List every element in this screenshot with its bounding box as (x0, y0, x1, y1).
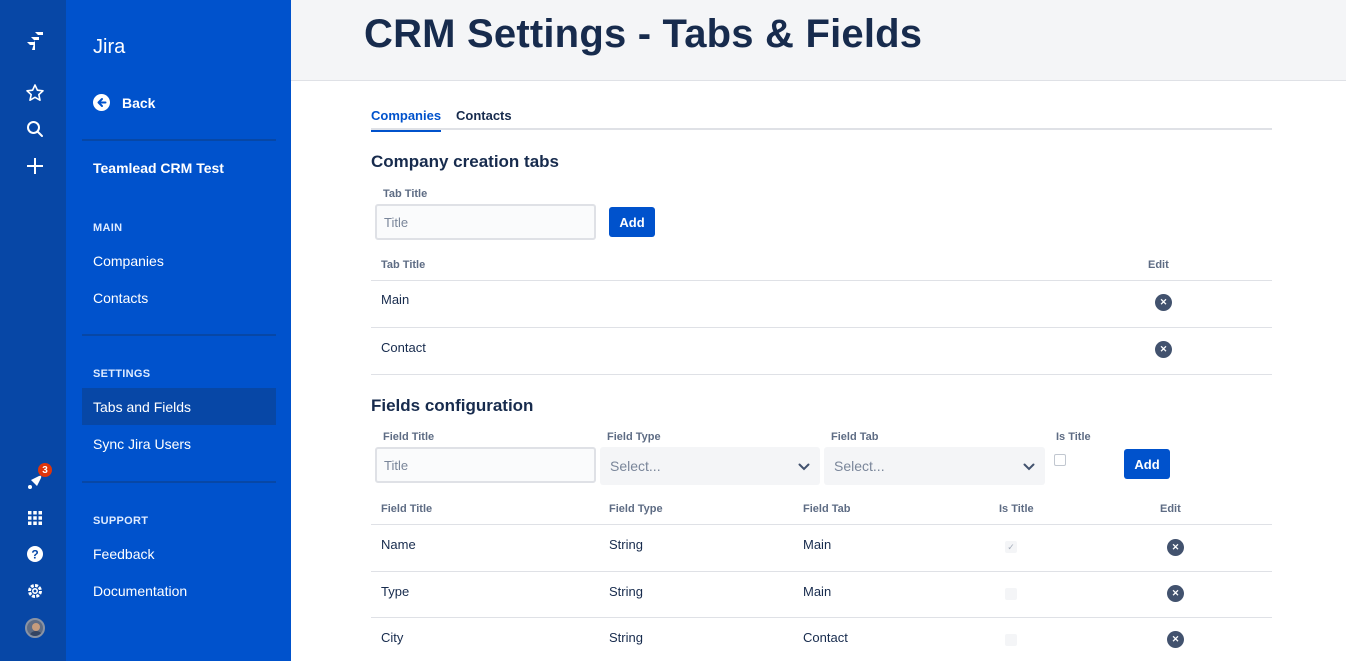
tab-title-label: Tab Title (383, 188, 428, 200)
plus-icon[interactable] (22, 153, 48, 179)
jira-logo-icon[interactable] (22, 28, 48, 54)
chevron-down-icon (798, 458, 810, 474)
table-header-field-type: Field Type (609, 503, 663, 515)
table-header-edit: Edit (1160, 503, 1181, 515)
page-title: CRM Settings - Tabs & Fields (364, 12, 923, 56)
page-header: CRM Settings - Tabs & Fields (291, 0, 1346, 81)
settings-icon[interactable] (22, 578, 48, 604)
field-tab-cell: Main (803, 584, 832, 599)
sidebar-item-label: Tabs and Fields (93, 398, 192, 415)
back-label: Back (122, 94, 156, 111)
is-title-checkbox: ✓ (1005, 541, 1017, 553)
sidebar-item-sync-jira-users[interactable]: Sync Jira Users (82, 425, 276, 462)
sidebar-item-label: Companies (93, 252, 164, 269)
section-title-tabs: Company creation tabs (371, 152, 559, 171)
table-header-edit: Edit (1148, 259, 1169, 271)
sidebar-divider (82, 481, 276, 483)
is-title-checkbox (1005, 634, 1017, 646)
sidebar-item-label: Sync Jira Users (93, 435, 192, 452)
table-header-field-title: Field Title (381, 503, 433, 515)
field-title-cell: Name (381, 537, 416, 552)
sidebar-item-feedback[interactable]: Feedback (82, 535, 276, 572)
field-tab-label: Field Tab (831, 431, 879, 443)
table-row: Main ✕ (371, 281, 1272, 328)
delete-icon[interactable]: ✕ (1155, 294, 1172, 311)
delete-icon[interactable]: ✕ (1167, 631, 1184, 648)
delete-icon[interactable]: ✕ (1167, 539, 1184, 556)
is-title-checkbox[interactable] (1054, 454, 1066, 466)
field-type-cell: String (609, 537, 643, 552)
star-icon[interactable] (22, 80, 48, 106)
svg-text:?: ? (31, 548, 38, 562)
field-tab-select[interactable]: Select... (824, 447, 1045, 485)
is-title-label: Is Title (1056, 431, 1091, 443)
global-nav-rail: 3 ? (0, 0, 66, 661)
field-title-label: Field Title (383, 431, 435, 443)
field-tab-cell: Contact (803, 630, 848, 645)
sidebar-item-label: Feedback (93, 545, 155, 562)
table-row: Type String Main ✕ (371, 572, 1272, 618)
back-button[interactable]: Back (93, 94, 155, 111)
field-type-label: Field Type (607, 431, 661, 443)
delete-icon[interactable]: ✕ (1155, 341, 1172, 358)
product-title: Jira (93, 36, 126, 58)
sidebar-divider (82, 334, 276, 336)
table-header-tab-title: Tab Title (381, 259, 426, 271)
table-row: Name String Main ✓ ✕ (371, 525, 1272, 572)
notifications-icon[interactable]: 3 (22, 463, 52, 495)
field-tab-cell: Main (803, 537, 832, 552)
tab-title-cell: Main (381, 292, 410, 307)
is-title-checkbox (1005, 588, 1017, 600)
field-type-cell: String (609, 630, 643, 645)
sidebar-divider (82, 139, 276, 141)
notifications-badge: 3 (38, 463, 52, 477)
tab-companies[interactable]: Companies (371, 108, 442, 132)
project-name: Teamlead CRM Test (93, 160, 224, 176)
arrow-left-icon (93, 94, 110, 111)
tab-contacts[interactable]: Contacts (456, 108, 512, 130)
section-heading-support: SUPPORT (93, 515, 149, 527)
add-field-button[interactable]: Add (1124, 449, 1170, 479)
section-title-fields: Fields configuration (371, 396, 534, 415)
field-title-input[interactable] (375, 447, 596, 483)
product-sidebar: Jira Back Teamlead CRM Test MAIN Compani… (66, 0, 291, 661)
sidebar-item-documentation[interactable]: Documentation (82, 572, 276, 609)
table-header-is-title: Is Title (999, 503, 1034, 515)
field-tab-value: Select... (834, 458, 885, 474)
sidebar-item-label: Documentation (93, 582, 188, 599)
tab-bar: Companies Contacts (371, 103, 1272, 132)
help-icon[interactable]: ? (22, 541, 48, 567)
section-heading-main: MAIN (93, 222, 123, 234)
sidebar-item-label: Contacts (93, 289, 149, 306)
chevron-down-icon (1023, 458, 1035, 474)
avatar-image (25, 618, 45, 638)
tab-title-cell: Contact (381, 340, 426, 355)
field-type-cell: String (609, 584, 643, 599)
table-row: City String Contact ✕ (371, 618, 1272, 661)
sidebar-item-contacts[interactable]: Contacts (82, 279, 276, 316)
table-header-field-tab: Field Tab (803, 503, 851, 515)
app-switcher-icon[interactable] (22, 505, 48, 531)
search-icon[interactable] (22, 116, 48, 142)
sidebar-item-tabs-and-fields[interactable]: Tabs and Fields (82, 388, 276, 425)
field-type-select[interactable]: Select... (600, 447, 820, 485)
add-tab-button[interactable]: Add (609, 207, 655, 237)
sidebar-item-companies[interactable]: Companies (82, 242, 276, 279)
tab-title-input[interactable] (375, 204, 596, 240)
field-title-cell: City (381, 630, 404, 645)
avatar[interactable] (22, 615, 48, 641)
table-row: Contact ✕ (371, 328, 1272, 375)
section-heading-settings: SETTINGS (93, 368, 151, 380)
delete-icon[interactable]: ✕ (1167, 585, 1184, 602)
field-title-cell: Type (381, 584, 410, 599)
field-type-value: Select... (610, 458, 661, 474)
